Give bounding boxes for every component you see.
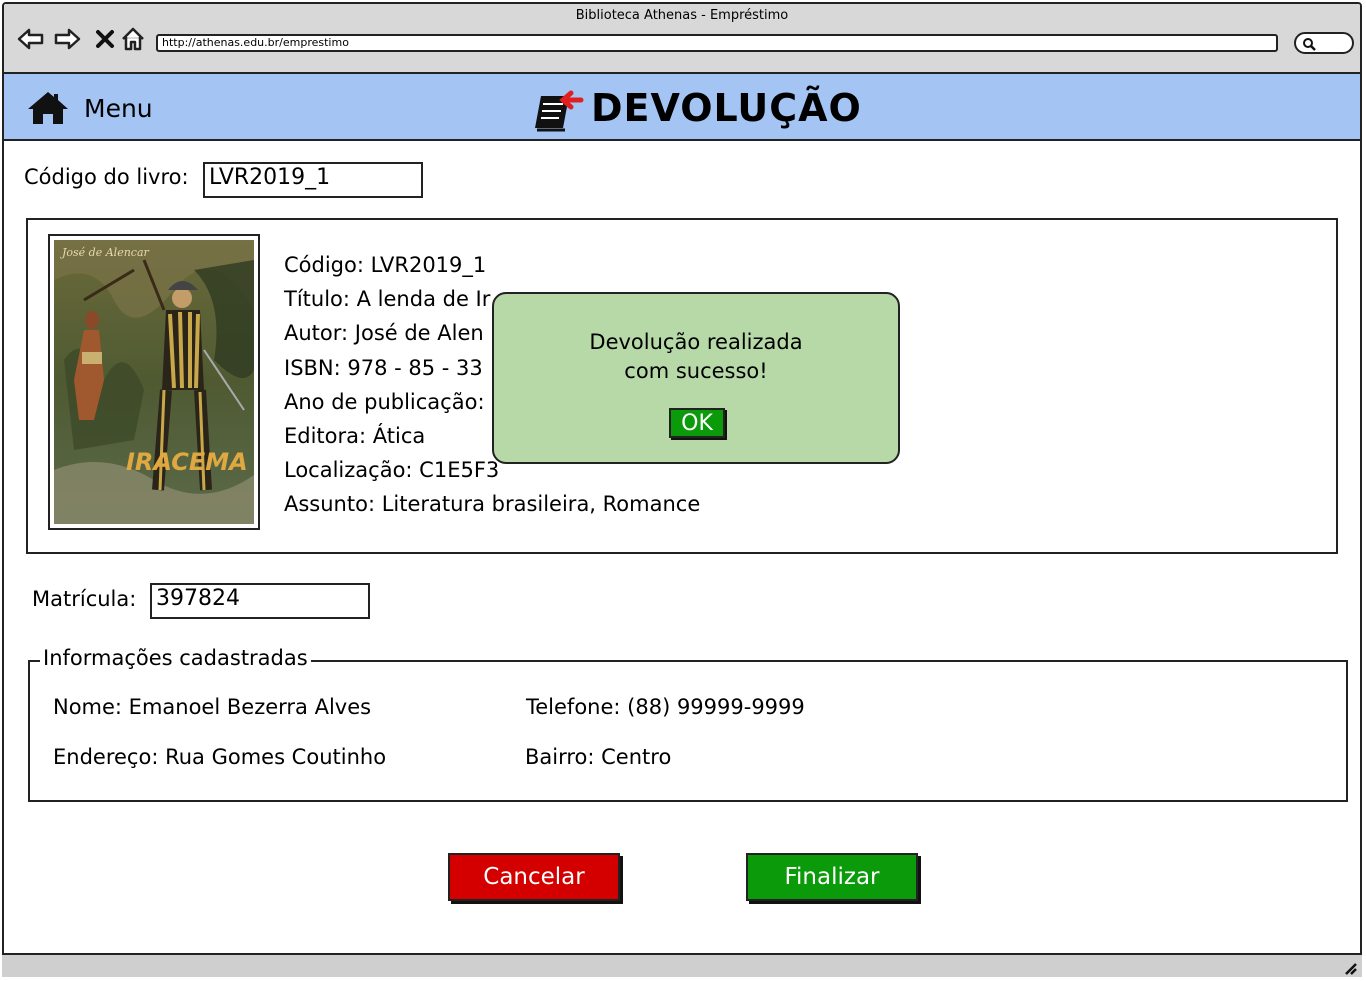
page-header: Menu DEVOLUÇÃO	[4, 74, 1360, 141]
user-phone: Telefone: (88) 99999-9999	[526, 695, 805, 719]
user-info-legend: Informações cadastradas	[40, 646, 311, 670]
search-box[interactable]	[1294, 32, 1354, 54]
search-icon	[1303, 38, 1316, 51]
registration-label: Matrícula:	[32, 587, 137, 611]
back-arrow-icon[interactable]	[16, 24, 46, 54]
page-title: DEVOLUÇÃO	[529, 84, 862, 132]
page-title-text: DEVOLUÇÃO	[591, 86, 862, 130]
user-info-group: Informações cadastradas Nome: Emanoel Be…	[28, 646, 1348, 802]
dialog-message-line2: com sucesso!	[624, 359, 768, 383]
finish-button[interactable]: Finalizar	[746, 853, 918, 901]
ok-button[interactable]: OK	[669, 408, 725, 438]
registration-input[interactable]: 397824	[150, 583, 370, 619]
stop-x-icon[interactable]	[90, 24, 120, 54]
cover-title-text: IRACEMA	[126, 448, 248, 476]
status-bar	[2, 953, 1362, 977]
url-bar[interactable]: http://athenas.edu.br/emprestimo	[156, 34, 1278, 52]
home-icon	[28, 92, 68, 124]
dialog-message-line1: Devolução realizada	[589, 330, 803, 354]
forward-arrow-icon[interactable]	[52, 24, 82, 54]
success-dialog: Devolução realizada com sucesso! OK	[492, 292, 900, 464]
cancel-button[interactable]: Cancelar	[448, 853, 620, 901]
resize-grip-icon[interactable]	[1342, 960, 1358, 976]
cover-author-text: José de Alencar	[60, 246, 150, 259]
book-cover-image: José de Alencar IRACEMA	[48, 234, 260, 530]
browser-chrome: Biblioteca Athenas - Empréstimo http://a…	[4, 4, 1360, 74]
book-subject: Assunto: Literatura brasileira, Romance	[284, 492, 701, 517]
dialog-message: Devolução realizada com sucesso!	[494, 328, 898, 386]
book-code-input[interactable]: LVR2019_1	[203, 162, 423, 198]
book-code: Código: LVR2019_1	[284, 253, 487, 277]
menu-label: Menu	[84, 93, 153, 123]
window-title: Biblioteca Athenas - Empréstimo	[575, 8, 789, 23]
menu-button[interactable]: Menu	[26, 90, 153, 126]
user-name: Nome: Emanoel Bezerra Alves	[53, 695, 372, 719]
user-district: Bairro: Centro	[525, 745, 672, 769]
book-return-icon	[535, 90, 584, 132]
book-code-label: Código do livro:	[24, 165, 189, 189]
user-address: Endereço: Rua Gomes Coutinho	[53, 745, 387, 769]
home-outline-icon[interactable]	[118, 24, 148, 54]
